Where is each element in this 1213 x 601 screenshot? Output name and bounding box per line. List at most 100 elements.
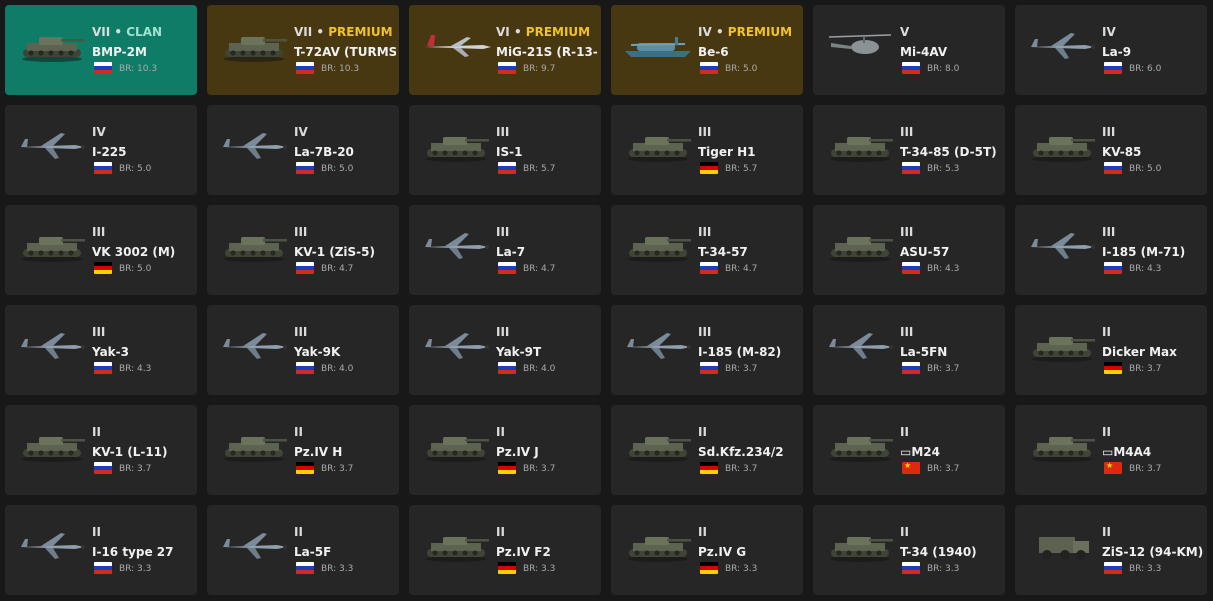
vehicle-card[interactable]: III La-5FN BR: 3.7 [813,305,1005,395]
tank-icon [217,225,291,265]
vehicle-card[interactable]: II Pz.IV F2 BR: 3.3 [409,505,601,595]
plane-icon [15,125,89,165]
vehicle-rank: III [900,325,913,339]
rank-numeral: II [1102,425,1111,439]
vehicle-rank: III [496,225,509,239]
rank-numeral: II [1102,325,1111,339]
vehicle-card[interactable]: II ZiS-12 (94-KM) BR: 3.3 [1015,505,1207,595]
vehicle-card[interactable]: III Yak-3 BR: 4.3 [5,305,197,395]
tank-icon [621,125,695,165]
ussr-flag-icon [700,362,718,374]
vehicle-card[interactable]: III Yak-9K BR: 4.0 [207,305,399,395]
ussr-flag-icon [94,162,112,174]
plane-icon [1025,25,1099,65]
vehicle-card[interactable]: II I-16 type 27 BR: 3.3 [5,505,197,595]
vehicle-card[interactable]: III ASU-57 BR: 4.3 [813,205,1005,295]
rank-numeral: II [496,425,505,439]
vehicle-card[interactable]: II Sd.Kfz.234/2 BR: 3.7 [611,405,803,495]
vehicle-card[interactable]: II Pz.IV J BR: 3.7 [409,405,601,495]
battle-rating: BR: 4.3 [927,264,960,274]
ussr-flag-icon [902,162,920,174]
vehicle-grid: VII • CLAN BMP-2M BR: 10.3 VII • PREMIUM T-7… [0,0,1213,601]
vehicle-card[interactable]: III T-34-57 BR: 4.7 [611,205,803,295]
vehicle-name: Be-6 [698,45,729,59]
vehicle-card[interactable]: IV La-9 BR: 6.0 [1015,5,1207,95]
vehicle-card[interactable]: VI • PREMIUM MiG-21S (R-13-300) BR: 9.7 [409,5,601,95]
plane-icon [217,525,291,565]
battle-rating: BR: 6.0 [1129,64,1162,74]
germany-flag-icon [1104,362,1122,374]
vehicle-card[interactable]: IV I-225 BR: 5.0 [5,105,197,195]
vehicle-rank: II [1102,525,1111,539]
vehicle-rank: III [698,225,711,239]
vehicle-name: I-185 (M-82) [698,345,782,359]
rank-numeral: III [496,325,510,339]
ussr-flag-icon [498,62,516,74]
ussr-flag-icon [498,162,516,174]
vehicle-name: La-5FN [900,345,948,359]
ussr-flag-icon [1104,62,1122,74]
vehicle-card[interactable]: III T-34-85 (D-5T) BR: 5.3 [813,105,1005,195]
vehicle-card[interactable]: II Dicker Max BR: 3.7 [1015,305,1207,395]
vehicle-card[interactable]: II Pz.IV H BR: 3.7 [207,405,399,495]
vehicle-rank: II [92,525,101,539]
vehicle-card[interactable]: VII • CLAN BMP-2M BR: 10.3 [5,5,197,95]
vehicle-card[interactable]: III I-185 (M-71) BR: 4.3 [1015,205,1207,295]
vehicle-card[interactable]: III VK 3002 (M) BR: 5.0 [5,205,197,295]
battle-rating: BR: 4.3 [119,364,152,374]
vehicle-rank: III [294,325,307,339]
battle-rating: BR: 3.7 [119,464,152,474]
vehicle-name: VK 3002 (M) [92,245,176,259]
tank-icon [621,425,695,465]
vehicle-name: Yak-9K [294,345,341,359]
vehicle-card[interactable]: III IS-1 BR: 5.7 [409,105,601,195]
vehicle-card[interactable]: II La-5F BR: 3.3 [207,505,399,595]
vehicle-card[interactable]: III KV-1 (ZiS-5) BR: 4.7 [207,205,399,295]
ussr-flag-icon [902,262,920,274]
vehicle-name: ▭M24 [900,445,940,459]
germany-flag-icon [296,462,314,474]
plane-icon [823,325,897,365]
vehicle-card[interactable]: II T-34 (1940) BR: 3.3 [813,505,1005,595]
vehicle-rank: III [496,325,509,339]
battle-rating: BR: 5.0 [321,164,354,174]
rank-separator: • [711,25,728,39]
vehicle-name: ASU-57 [900,245,950,259]
vehicle-card[interactable]: IV La-7B-20 BR: 5.0 [207,105,399,195]
rank-numeral: III [900,225,914,239]
vehicle-name: IS-1 [496,145,523,159]
vehicle-card[interactable]: II KV-1 (L-11) BR: 3.7 [5,405,197,495]
vehicle-name: KV-85 [1102,145,1142,159]
vehicle-card[interactable]: III Tiger H1 BR: 5.7 [611,105,803,195]
tank-icon [15,425,89,465]
vehicle-card[interactable]: III La-7 BR: 4.7 [409,205,601,295]
vehicle-rank: IV [92,125,106,139]
rank-numeral: II [294,525,303,539]
battle-rating: BR: 4.7 [725,264,758,274]
vehicle-card[interactable]: V Mi-4AV BR: 8.0 [813,5,1005,95]
vehicle-rank: II [294,525,303,539]
germany-flag-icon [700,462,718,474]
vehicle-tag: PREMIUM [525,25,591,39]
vehicle-card[interactable]: II ▭M4A4 ★ BR: 3.7 [1015,405,1207,495]
vehicle-card[interactable]: III KV-85 BR: 5.0 [1015,105,1207,195]
ussr-flag-icon [94,362,112,374]
vehicle-rank: II [92,425,101,439]
ussr-flag-icon [700,262,718,274]
vehicle-rank: VII • PREMIUM [294,25,393,39]
vehicle-card[interactable]: IV • PREMIUM Be-6 BR: 5.0 [611,5,803,95]
vehicle-card[interactable]: VII • PREMIUM T-72AV (TURMS-T) BR: 10.3 [207,5,399,95]
rank-numeral: III [1102,125,1116,139]
vehicle-card[interactable]: III Yak-9T BR: 4.0 [409,305,601,395]
battle-rating: BR: 3.7 [725,464,758,474]
vehicle-name: Dicker Max [1102,345,1177,359]
vehicle-name: I-16 type 27 [92,545,174,559]
vehicle-card[interactable]: II Pz.IV G BR: 3.3 [611,505,803,595]
tank-icon [15,225,89,265]
vehicle-rank: II [698,525,707,539]
vehicle-card[interactable]: III I-185 (M-82) BR: 3.7 [611,305,803,395]
tank-icon [217,425,291,465]
rank-numeral: IV [92,125,106,139]
vehicle-rank: II [496,525,505,539]
vehicle-card[interactable]: II ▭M24 ★ BR: 3.7 [813,405,1005,495]
